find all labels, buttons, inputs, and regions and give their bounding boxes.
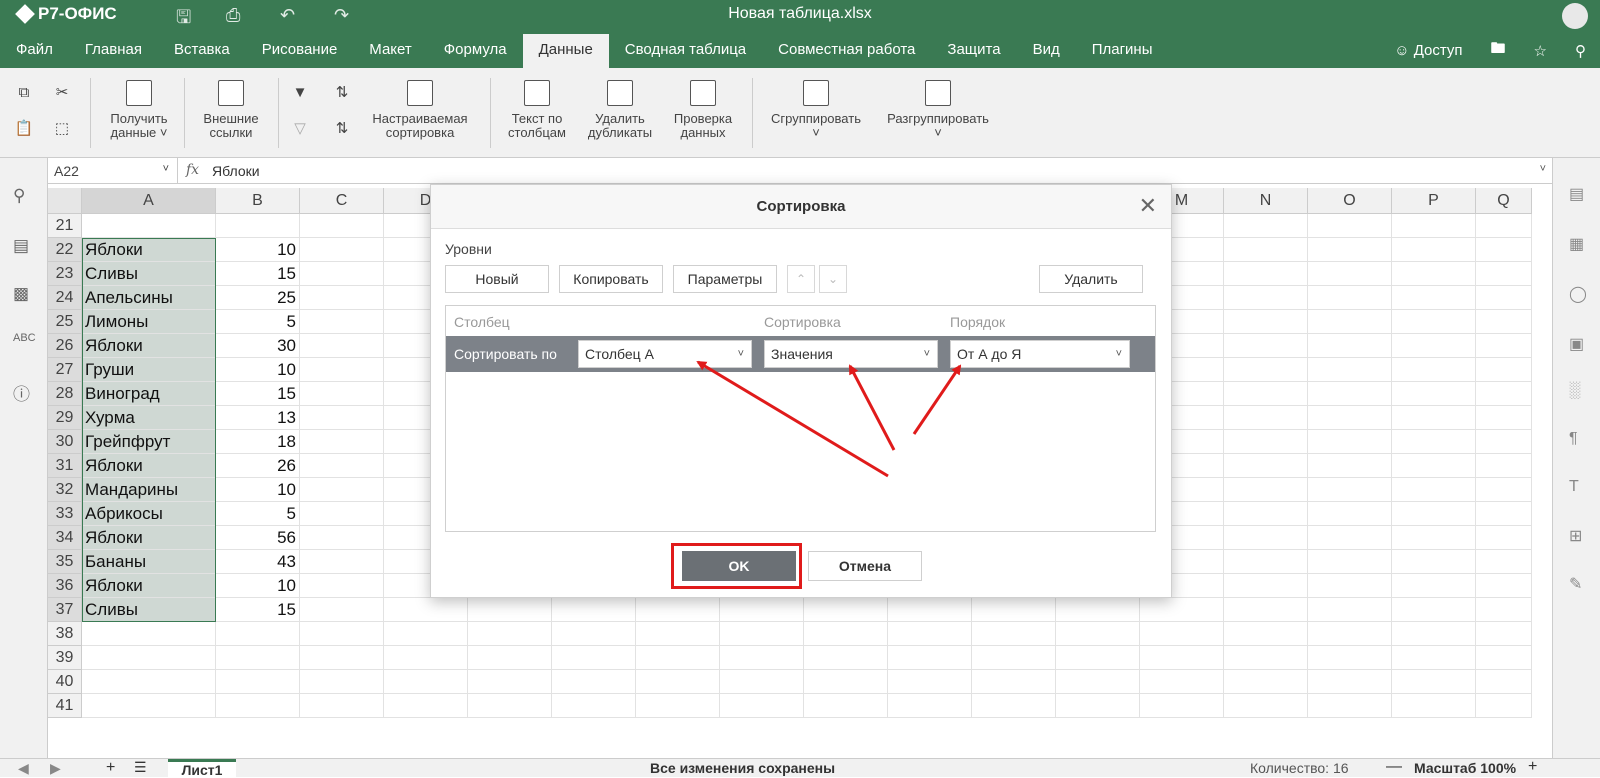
first-sheet-icon[interactable]: ◀ <box>18 760 29 777</box>
status-bar: ◀ ▶ + ☰ Лист1 Все изменения сохранены Ко… <box>0 758 1600 778</box>
arrow-to-sort-select <box>848 364 896 451</box>
zoom-out-icon[interactable]: — <box>1386 758 1402 776</box>
selection-count: Количество: 16 <box>1250 760 1349 776</box>
sheet-list-icon[interactable]: ☰ <box>134 759 147 776</box>
annotation-arrows <box>696 360 962 478</box>
arrow-to-column-select <box>696 360 889 478</box>
next-sheet-icon[interactable]: ▶ <box>50 760 61 777</box>
zoom-level: Масштаб 100% <box>1414 760 1517 776</box>
sheet-tab[interactable]: Лист1 <box>168 759 236 778</box>
arrow-to-order-select <box>912 364 962 435</box>
add-sheet-icon[interactable]: + <box>106 759 115 777</box>
zoom-in-icon[interactable]: + <box>1528 758 1537 776</box>
save-status: Все изменения сохранены <box>650 760 836 776</box>
